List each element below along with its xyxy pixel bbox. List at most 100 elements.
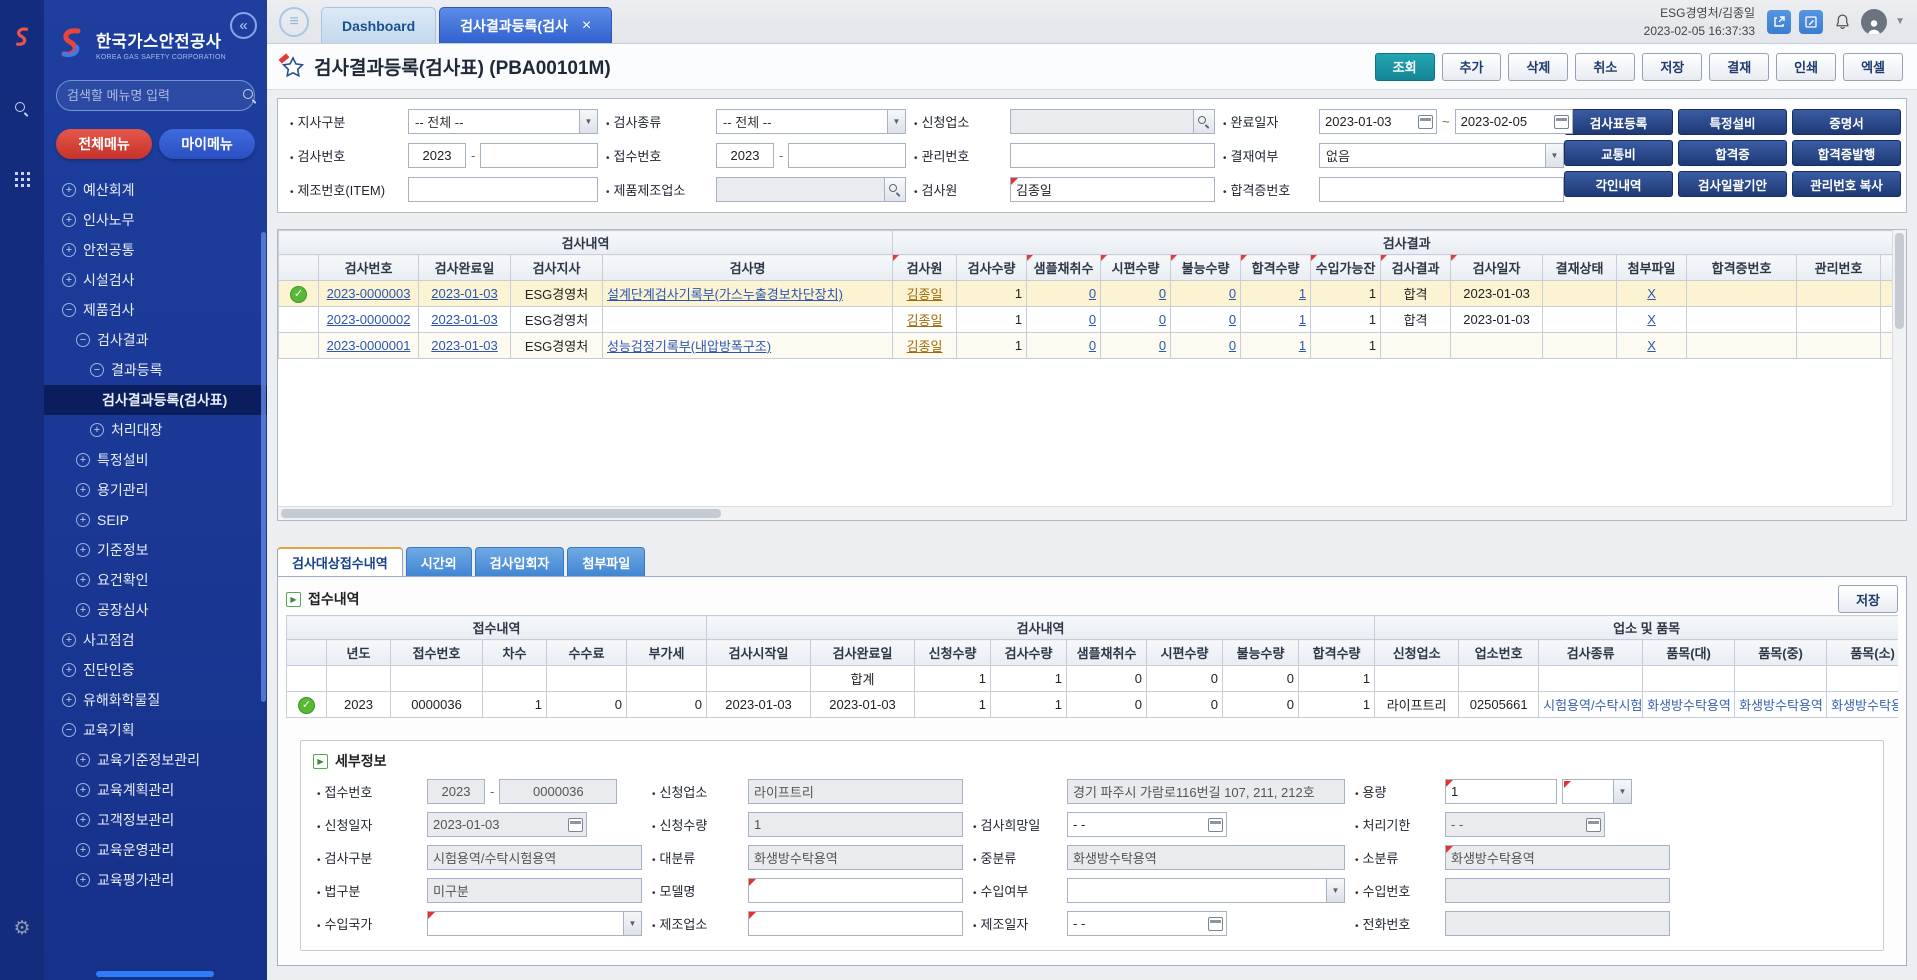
- calendar-icon[interactable]: [1418, 115, 1433, 129]
- expand-node-icon[interactable]: +: [62, 633, 76, 647]
- open-window-icon[interactable]: [1767, 10, 1791, 34]
- sidebar-item-공장심사[interactable]: +공장심사: [44, 595, 267, 625]
- tab-시간외[interactable]: 시간외: [406, 547, 472, 576]
- expand-node-icon[interactable]: +: [76, 483, 90, 497]
- cell-link[interactable]: X: [1647, 286, 1656, 301]
- tab-검사결과등록(검사[interactable]: 검사결과등록(검사×: [439, 7, 612, 43]
- text-input[interactable]: [1010, 177, 1215, 202]
- calendar-icon[interactable]: [1586, 818, 1601, 832]
- expand-node-icon[interactable]: +: [62, 183, 76, 197]
- collapse-node-icon[interactable]: −: [62, 303, 76, 317]
- vertical-scrollbar[interactable]: [1892, 230, 1906, 506]
- date-field[interactable]: [1067, 911, 1227, 936]
- expand-node-icon[interactable]: +: [76, 543, 90, 557]
- text-input[interactable]: [1320, 109, 1418, 134]
- table-row[interactable]: 합계110001: [287, 666, 1899, 692]
- action-교통비[interactable]: 교통비: [1564, 140, 1673, 166]
- calendar-icon[interactable]: [1208, 917, 1223, 931]
- dropdown[interactable]: ▼: [1562, 779, 1632, 804]
- memo-icon[interactable]: [1799, 10, 1823, 34]
- text-input[interactable]: [1067, 845, 1345, 870]
- cell-link[interactable]: 2023-01-03: [431, 338, 498, 353]
- text-input[interactable]: [716, 143, 774, 168]
- text-input[interactable]: [748, 845, 963, 870]
- search-icon[interactable]: [243, 89, 244, 103]
- tab-검사대상접수내역[interactable]: 검사대상접수내역: [277, 547, 403, 576]
- text-input[interactable]: [1010, 143, 1215, 168]
- cell-link[interactable]: 2023-01-03: [431, 312, 498, 327]
- apps-grid-icon[interactable]: [10, 167, 34, 191]
- expand-node-icon[interactable]: +: [76, 873, 90, 887]
- text-input[interactable]: [1068, 812, 1208, 837]
- sidebar-item-처리대장[interactable]: +처리대장: [44, 415, 267, 445]
- sidebar-item-시설검사[interactable]: +시설검사: [44, 265, 267, 295]
- cell-link[interactable]: X: [1647, 338, 1656, 353]
- cell-link[interactable]: 0: [1089, 286, 1096, 301]
- calendar-icon[interactable]: [568, 818, 583, 832]
- cell-link[interactable]: 2023-0000002: [327, 312, 411, 327]
- action-삭제[interactable]: 삭제: [1508, 53, 1568, 81]
- text-input[interactable]: [499, 779, 617, 804]
- table-row[interactable]: ✓202300000361002023-01-032023-01-0311000…: [287, 692, 1899, 718]
- scrollbar-thumb[interactable]: [1895, 233, 1904, 329]
- notification-bell-icon[interactable]: [1831, 11, 1853, 33]
- sidebar-item-유해화학물질[interactable]: +유해화학물질: [44, 685, 267, 715]
- cell-link[interactable]: 0: [1089, 312, 1096, 327]
- action-엑셀[interactable]: 엑셀: [1843, 53, 1903, 81]
- save-button[interactable]: 저장: [1838, 585, 1898, 613]
- expand-node-icon[interactable]: +: [76, 843, 90, 857]
- expand-node-icon[interactable]: +: [62, 213, 76, 227]
- action-각인내역[interactable]: 각인내역: [1564, 171, 1673, 197]
- sidebar-item-제품검사[interactable]: −제품검사: [44, 295, 267, 325]
- sidebar-item-요건확인[interactable]: +요건확인: [44, 565, 267, 595]
- cell-link[interactable]: 0: [1159, 312, 1166, 327]
- text-input[interactable]: [1445, 779, 1557, 804]
- sidebar-item-교육기준정보관리[interactable]: +교육기준정보관리: [44, 745, 267, 775]
- action-검사일괄기안[interactable]: 검사일괄기안: [1678, 171, 1787, 197]
- table-row[interactable]: ✓2023-00000032023-01-03ESG경영처설계단계검사기록부(가…: [279, 281, 1893, 307]
- my-menu-button[interactable]: 마이메뉴: [159, 129, 255, 159]
- favorite-star-icon[interactable]: [281, 55, 305, 79]
- text-input[interactable]: [1445, 845, 1670, 870]
- sidebar-item-검사결과[interactable]: −검사결과: [44, 325, 267, 355]
- text-input[interactable]: [408, 177, 598, 202]
- cell-link[interactable]: 0: [1229, 312, 1236, 327]
- text-input[interactable]: [427, 878, 642, 903]
- cell-link[interactable]: 0: [1229, 338, 1236, 353]
- user-avatar[interactable]: [1861, 9, 1887, 35]
- cell-link[interactable]: 1: [1299, 286, 1306, 301]
- action-추가[interactable]: 추가: [1442, 53, 1502, 81]
- sidebar-item-특정설비[interactable]: +특정설비: [44, 445, 267, 475]
- expand-node-icon[interactable]: +: [62, 663, 76, 677]
- text-input[interactable]: [748, 911, 963, 936]
- dropdown[interactable]: ▼: [427, 911, 642, 936]
- scrollbar-thumb[interactable]: [281, 509, 721, 518]
- date-field[interactable]: [427, 812, 587, 837]
- action-취소[interactable]: 취소: [1575, 53, 1635, 81]
- action-특정설비[interactable]: 특정설비: [1678, 109, 1787, 135]
- text-input[interactable]: [1445, 911, 1670, 936]
- action-인쇄[interactable]: 인쇄: [1776, 53, 1836, 81]
- search-icon[interactable]: [10, 97, 34, 121]
- text-input[interactable]: [1010, 109, 1215, 134]
- cell-link[interactable]: 성능검정기록부(내압방폭구조): [607, 339, 771, 354]
- cell-link[interactable]: 2023-0000003: [327, 286, 411, 301]
- cell-link[interactable]: 1: [1299, 312, 1306, 327]
- expand-node-icon[interactable]: +: [76, 573, 90, 587]
- text-input[interactable]: [1446, 812, 1586, 837]
- expand-node-icon[interactable]: +: [76, 603, 90, 617]
- cell-link[interactable]: 0: [1089, 338, 1096, 353]
- table-row[interactable]: 2023-00000012023-01-03ESG경영처성능검정기록부(내압방폭…: [279, 333, 1893, 359]
- expand-node-icon[interactable]: +: [76, 813, 90, 827]
- text-input[interactable]: [748, 812, 963, 837]
- hamburger-menu-icon[interactable]: ≡: [279, 7, 309, 37]
- sidebar-item-사고점검[interactable]: +사고점검: [44, 625, 267, 655]
- text-input[interactable]: [1445, 878, 1670, 903]
- action-증명서[interactable]: 증명서: [1792, 109, 1901, 135]
- tab-첨부파일[interactable]: 첨부파일: [567, 547, 645, 576]
- action-검사표등록[interactable]: 검사표등록: [1564, 109, 1673, 135]
- collapse-node-icon[interactable]: −: [62, 723, 76, 737]
- sidebar-item-검사결과등록(검사표)[interactable]: 검사결과등록(검사표): [44, 385, 267, 415]
- text-input[interactable]: [716, 177, 906, 202]
- sidebar-horizontal-scrollbar[interactable]: [96, 971, 214, 977]
